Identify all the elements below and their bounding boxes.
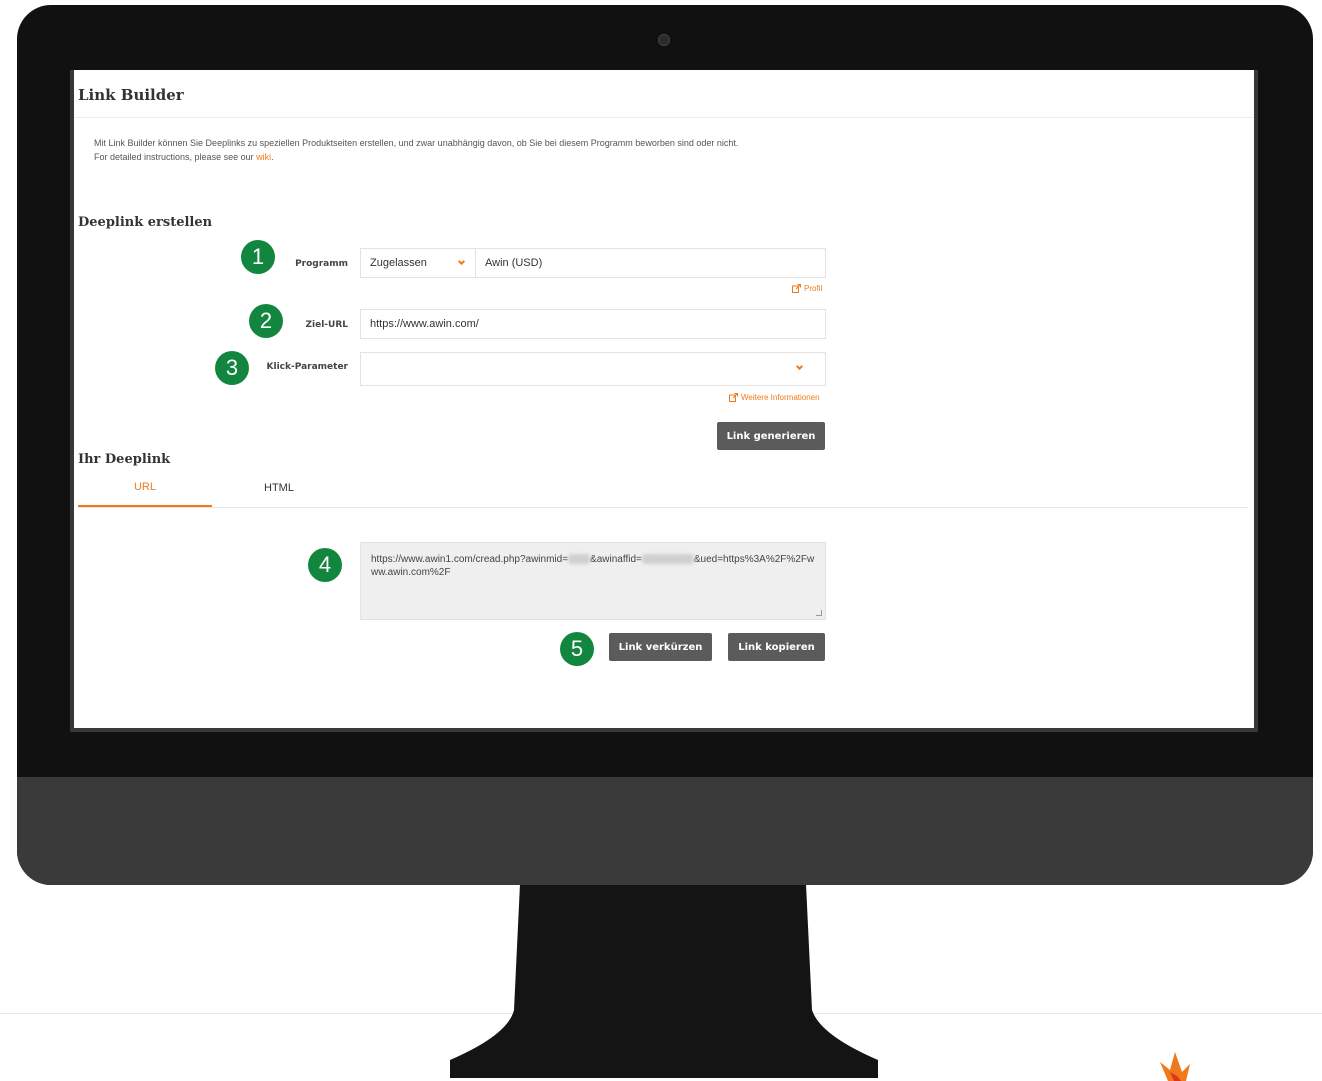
programm-status-select[interactable]: Zugelassen: [360, 248, 476, 278]
weitere-informationen-link[interactable]: Weitere Informationen: [729, 393, 820, 402]
ziel-url-label: Ziel-URL: [305, 320, 348, 330]
intro-suffix: .: [271, 152, 274, 162]
programm-value: Awin (USD): [485, 257, 543, 269]
page-title: Link Builder: [78, 86, 184, 104]
blurred-merchant-id: [568, 554, 591, 565]
blurred-affiliate-id: [641, 554, 694, 565]
wiki-link[interactable]: wiki: [256, 152, 271, 162]
chevron-down-icon: [795, 362, 804, 371]
ziel-url-input[interactable]: https://www.awin.com/: [360, 309, 826, 339]
step-badge-3: 3: [215, 351, 249, 385]
step-badge-1: 1: [241, 240, 275, 274]
browser-screen: Link Builder Mit Link Builder können Sie…: [70, 70, 1258, 732]
weitere-informationen-label: Weitere Informationen: [741, 393, 820, 402]
intro-line: Mit Link Builder können Sie Deeplinks zu…: [94, 138, 739, 148]
link-generieren-button[interactable]: Link generieren: [717, 422, 825, 450]
presentation-stage: Link Builder Mit Link Builder können Sie…: [0, 0, 1322, 1081]
programm-search-input[interactable]: Awin (USD): [475, 248, 826, 278]
external-link-icon: [729, 393, 738, 402]
klick-parameter-select[interactable]: [360, 352, 826, 386]
chevron-down-icon: [457, 257, 466, 266]
section-title-ihr-deeplink: Ihr Deeplink: [78, 452, 171, 467]
intro-line-wiki: For detailed instructions, please see ou…: [94, 150, 738, 164]
step-badge-4: 4: [308, 548, 342, 582]
external-link-icon: [792, 284, 801, 293]
tab-html[interactable]: HTML: [212, 482, 346, 494]
programm-label: Programm: [295, 259, 348, 269]
tabs-divider: [78, 507, 1248, 508]
camera-icon: [658, 34, 670, 46]
profil-link[interactable]: Profil: [792, 284, 822, 293]
deeplink-output-textarea[interactable]: https://www.awin1.com/cread.php?awinmid=…: [360, 542, 826, 620]
active-tab-indicator: [78, 505, 212, 507]
deeplink-part1: https://www.awin1.com/cread.php?awinmid=: [371, 554, 569, 565]
profil-link-label: Profil: [804, 284, 823, 293]
link-verkuerzen-button[interactable]: Link verkürzen: [609, 633, 712, 661]
link-kopieren-button[interactable]: Link kopieren: [728, 633, 825, 661]
resize-handle[interactable]: [816, 610, 822, 616]
tab-url[interactable]: URL: [78, 481, 212, 493]
brand-flame-logo: [1160, 1052, 1190, 1081]
divider: [74, 117, 1254, 118]
ziel-url-value: https://www.awin.com/: [370, 318, 479, 330]
deeplink-part2: &awinaffid=: [590, 554, 642, 565]
step-badge-5: 5: [560, 632, 594, 666]
monitor-chin: [17, 777, 1313, 885]
section-title-deeplink-erstellen: Deeplink erstellen: [78, 215, 213, 230]
klick-parameter-label: Klick-Parameter: [266, 362, 348, 372]
step-badge-2: 2: [249, 304, 283, 338]
intro-prefix: For detailed instructions, please see ou…: [94, 152, 257, 162]
programm-status-value: Zugelassen: [370, 257, 427, 269]
intro-text: Mit Link Builder können Sie Deeplinks zu…: [94, 136, 738, 164]
